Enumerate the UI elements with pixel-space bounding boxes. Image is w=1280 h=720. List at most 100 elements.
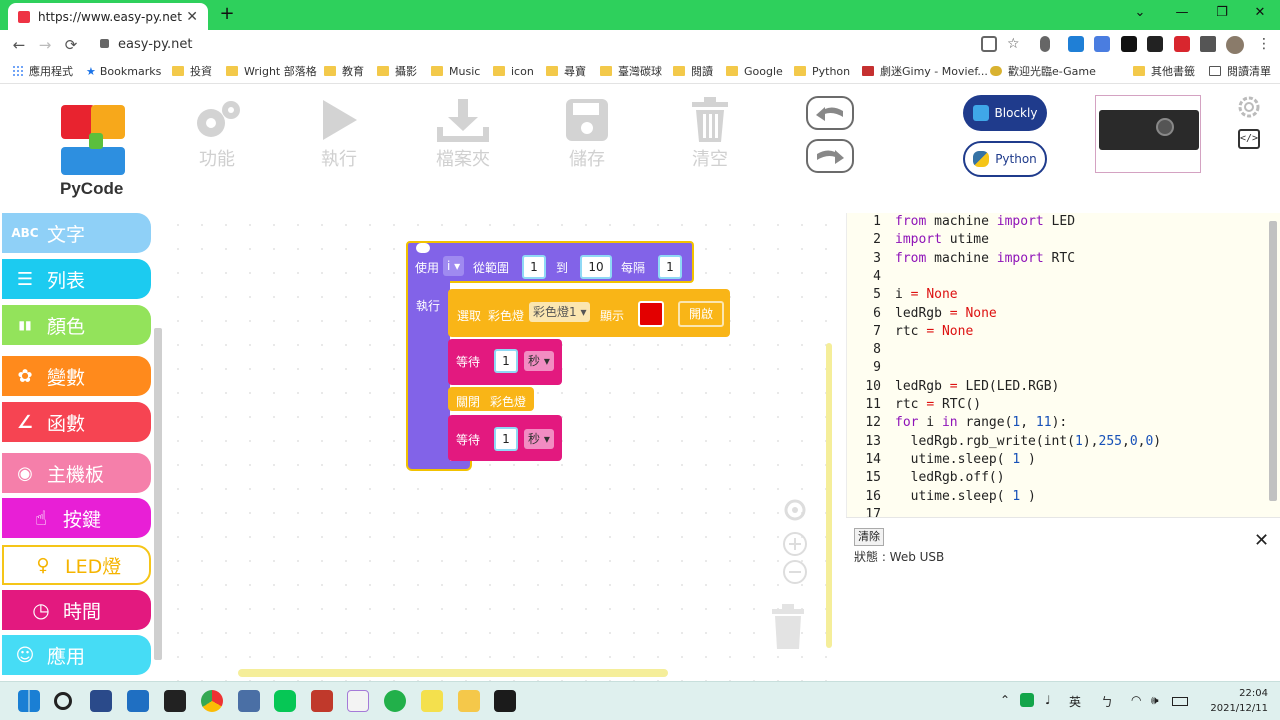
function-button[interactable]: 功能 xyxy=(182,95,252,175)
minimize-button[interactable]: — xyxy=(1162,2,1202,26)
start-windows-icon[interactable] xyxy=(18,690,40,712)
battery-icon[interactable] xyxy=(1172,697,1188,706)
extensions-puzzle-icon[interactable] xyxy=(1200,36,1216,52)
loop-variable-dropdown[interactable]: i ▾ xyxy=(443,256,465,276)
ime-mode-icon[interactable]: ㄅ xyxy=(1101,693,1113,710)
close-console-icon[interactable]: ✕ xyxy=(1254,530,1269,551)
maximize-button[interactable]: ❐ xyxy=(1202,2,1242,26)
clock[interactable]: 22:04 2021/12/11 xyxy=(1196,686,1268,716)
line-tray-icon[interactable] xyxy=(1020,693,1034,707)
blockly-mode-button[interactable]: Blockly xyxy=(963,95,1047,131)
url-field[interactable]: easy-py.net xyxy=(100,34,192,56)
calculator-icon[interactable] xyxy=(238,690,260,712)
reload-button[interactable]: ⟳ xyxy=(60,34,82,56)
category-application[interactable]: ☺ 應用 xyxy=(2,635,151,675)
outlook-icon[interactable] xyxy=(127,690,149,712)
bookmark-egame[interactable]: 歡迎光臨e-Game xyxy=(990,64,1096,80)
led-select-dropdown[interactable]: 彩色燈1 ▾ xyxy=(529,302,591,322)
bookmark-bookmarks[interactable]: ★ Bookmarks xyxy=(86,64,161,80)
back-button[interactable]: ← xyxy=(8,34,30,56)
category-list[interactable]: ☰ 列表 xyxy=(2,259,151,299)
wait-2-unit-dropdown[interactable]: 秒 ▾ xyxy=(524,429,554,449)
profile-avatar[interactable] xyxy=(1226,36,1244,54)
bookmark-folder[interactable]: Python xyxy=(794,64,850,80)
selenium-icon[interactable] xyxy=(1147,36,1163,52)
clear-console-button[interactable]: 清除 xyxy=(854,528,884,546)
folder-button[interactable]: 檔案夾 xyxy=(428,95,498,175)
code-view-toggle[interactable]: </> xyxy=(1238,129,1260,149)
close-window-button[interactable]: ✕ xyxy=(1240,2,1280,26)
category-mainboard[interactable]: ◉ 主機板 xyxy=(2,453,151,493)
reading-list[interactable]: 閱讀清單 xyxy=(1209,64,1271,80)
save-button[interactable]: 儲存 xyxy=(552,95,622,175)
run-button[interactable]: 執行 xyxy=(304,95,374,175)
new-tab-button[interactable]: + xyxy=(216,3,238,25)
clear-button[interactable]: 清空 xyxy=(675,95,745,175)
redo-button[interactable] xyxy=(806,139,854,173)
share-icon[interactable] xyxy=(981,36,997,52)
led-on-toggle[interactable]: 開啟 xyxy=(678,301,724,327)
input-method-label[interactable]: 英 xyxy=(1069,693,1081,710)
close-tab-icon[interactable]: ✕ xyxy=(186,9,198,25)
category-button[interactable]: ☝ 按鍵 xyxy=(2,498,151,538)
bookmark-folder[interactable]: 閱讀 xyxy=(673,64,713,80)
line-app-icon[interactable] xyxy=(274,690,296,712)
chrome-icon[interactable] xyxy=(201,690,223,712)
loop-start-input[interactable]: 1 xyxy=(522,255,546,279)
extension-2-icon[interactable] xyxy=(1121,36,1137,52)
bookmark-folder[interactable]: Wright 部落格 xyxy=(226,64,317,80)
browser-tab[interactable]: https://www.easy-py.net ✕ xyxy=(8,3,208,30)
python-code-editor[interactable]: 1 from machine import LED 2 import utime 3 fr… xyxy=(846,213,1280,517)
python-mode-button[interactable]: Python xyxy=(963,141,1047,177)
volume-icon[interactable]: 🕪 xyxy=(1151,693,1159,708)
workspace-vertical-scrollbar[interactable] xyxy=(826,343,832,648)
search-icon[interactable] xyxy=(54,692,72,710)
bookmark-folder[interactable]: 臺灣碳球 xyxy=(600,64,662,80)
bookmark-folder[interactable]: Google xyxy=(726,64,783,80)
blockly-workspace[interactable]: 使用 i ▾ 從範圍 1 到 10 每隔 1 執行 選取 彩色燈 彩色燈1 ▾ … xyxy=(166,213,838,681)
tray-up-arrow-icon[interactable]: ⌃ xyxy=(1000,693,1010,707)
notepad-icon[interactable] xyxy=(421,690,443,712)
microphone-tray-icon[interactable]: ♩ xyxy=(1045,693,1051,707)
category-time[interactable]: ◷ 時間 xyxy=(2,590,151,630)
tab-search-icon[interactable]: ⌄ xyxy=(1120,2,1160,26)
editor-horizontal-scrollbar[interactable] xyxy=(895,505,1257,513)
wait-2-seconds-input[interactable]: 1 xyxy=(494,427,518,451)
workspace-horizontal-scrollbar[interactable] xyxy=(238,669,668,677)
app-icon[interactable] xyxy=(311,690,333,712)
terminal-icon[interactable] xyxy=(494,690,516,712)
translate-icon[interactable] xyxy=(1094,36,1110,52)
loop-end-input[interactable]: 10 xyxy=(580,255,612,279)
bookmark-gimy[interactable]: 劇迷Gimy - Movief... xyxy=(862,64,988,80)
editor-vertical-scrollbar[interactable] xyxy=(1269,221,1277,501)
bookmark-folder[interactable]: Music xyxy=(431,64,480,80)
bookmark-star-icon[interactable]: ☆ xyxy=(1007,36,1023,52)
bookmark-folder[interactable]: 尋寶 xyxy=(546,64,586,80)
file-explorer-icon[interactable] xyxy=(458,690,480,712)
category-function[interactable]: ∠ 函數 xyxy=(2,402,151,442)
undo-button[interactable] xyxy=(806,96,854,130)
extension-3-icon[interactable] xyxy=(1174,36,1190,52)
snipping-tool-icon[interactable] xyxy=(347,690,369,712)
sidebar-scrollbar[interactable] xyxy=(154,328,162,660)
zoom-out-icon[interactable] xyxy=(782,559,808,589)
bookmark-folder[interactable]: 投資 xyxy=(172,64,212,80)
category-text[interactable]: ABC 文字 xyxy=(2,213,151,253)
board-image[interactable] xyxy=(1095,95,1201,173)
wifi-icon[interactable]: ◠ xyxy=(1131,693,1141,707)
menu-icon[interactable]: ⋮ xyxy=(1256,36,1272,52)
bookmark-folder[interactable]: 攝影 xyxy=(377,64,417,80)
category-variable[interactable]: ✿ 變數 xyxy=(2,356,151,396)
category-led[interactable]: ♀ LED燈 xyxy=(2,545,151,585)
extension-1-icon[interactable] xyxy=(1068,36,1084,52)
bookmark-folder[interactable]: 教育 xyxy=(324,64,364,80)
led-color-picker[interactable] xyxy=(638,301,664,327)
wechat-icon[interactable] xyxy=(384,690,406,712)
bookmark-other[interactable]: 其他書籤 xyxy=(1133,64,1195,80)
forward-button[interactable]: → xyxy=(34,34,56,56)
zoom-in-icon[interactable] xyxy=(782,531,808,561)
wait-1-unit-dropdown[interactable]: 秒 ▾ xyxy=(524,351,554,371)
loop-step-input[interactable]: 1 xyxy=(658,255,682,279)
wait-1-seconds-input[interactable]: 1 xyxy=(494,349,518,373)
sticky-notes-icon[interactable] xyxy=(164,690,186,712)
